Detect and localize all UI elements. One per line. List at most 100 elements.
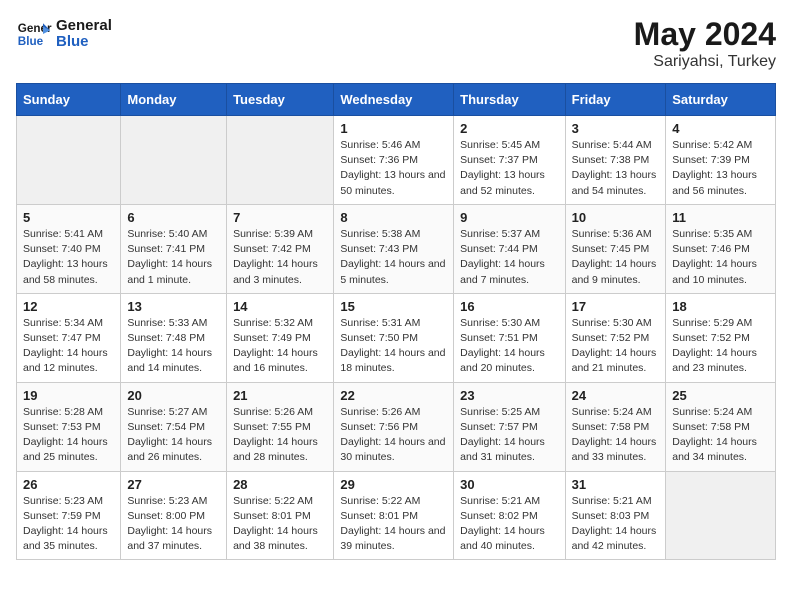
calendar-week-row: 19Sunrise: 5:28 AM Sunset: 7:53 PM Dayli… — [17, 382, 776, 471]
calendar-cell: 9 Sunrise: 5:37 AM Sunset: 7:44 PM Daylig… — [454, 204, 565, 293]
weekday-header-saturday: Saturday — [666, 84, 776, 116]
cell-content: Sunrise: 5:26 AM Sunset: 7:56 PM Dayligh… — [340, 405, 447, 466]
calendar-cell: 28 Sunrise: 5:22 AM Sunset: 8:01 PM Dayli… — [227, 471, 334, 560]
day-number: 13 — [127, 299, 220, 314]
day-number: 4 — [672, 121, 769, 136]
calendar-cell — [17, 116, 121, 205]
calendar-cell: 31Sunrise: 5:21 AM Sunset: 8:03 PM Dayli… — [565, 471, 666, 560]
cell-content: Sunrise: 5:38 AM Sunset: 7:43 PM Dayligh… — [340, 227, 447, 288]
cell-content: Sunrise: 5:35 AM Sunset: 7:46 PM Dayligh… — [672, 227, 769, 288]
page-header: General Blue General Blue May 2024 Sariy… — [16, 16, 776, 71]
cell-content: Sunrise: 5:36 AM Sunset: 7:45 PM Dayligh… — [572, 227, 660, 288]
calendar-cell: 21 Sunrise: 5:26 AM Sunset: 7:55 PM Dayli… — [227, 382, 334, 471]
calendar-cell: 26 Sunrise: 5:23 AM Sunset: 7:59 PM Dayli… — [17, 471, 121, 560]
cell-content: Sunrise: 5:37 AM Sunset: 7:44 PM Dayligh… — [460, 227, 558, 288]
calendar-cell: 2 Sunrise: 5:45 AM Sunset: 7:37 PM Daylig… — [454, 116, 565, 205]
calendar-cell: 6 Sunrise: 5:40 AM Sunset: 7:41 PM Daylig… — [121, 204, 227, 293]
calendar-cell: 10 Sunrise: 5:36 AM Sunset: 7:45 PM Dayli… — [565, 204, 666, 293]
day-number: 17 — [572, 299, 660, 314]
calendar-cell: 4Sunrise: 5:42 AM Sunset: 7:39 PM Daylig… — [666, 116, 776, 205]
cell-content: Sunrise: 5:27 AM Sunset: 7:54 PM Dayligh… — [127, 405, 220, 466]
day-number: 15 — [340, 299, 447, 314]
calendar-cell: 17 Sunrise: 5:30 AM Sunset: 7:52 PM Dayli… — [565, 293, 666, 382]
day-number: 5 — [23, 210, 114, 225]
day-number: 31 — [572, 477, 660, 492]
calendar-cell: 19Sunrise: 5:28 AM Sunset: 7:53 PM Dayli… — [17, 382, 121, 471]
cell-content: Sunrise: 5:30 AM Sunset: 7:52 PM Dayligh… — [572, 316, 660, 377]
weekday-header-wednesday: Wednesday — [334, 84, 454, 116]
day-number: 18 — [672, 299, 769, 314]
cell-content: Sunrise: 5:21 AM Sunset: 8:02 PM Dayligh… — [460, 494, 558, 555]
cell-content: Sunrise: 5:30 AM Sunset: 7:51 PM Dayligh… — [460, 316, 558, 377]
svg-text:Blue: Blue — [18, 35, 44, 48]
cell-content: Sunrise: 5:26 AM Sunset: 7:55 PM Dayligh… — [233, 405, 327, 466]
weekday-header-row: SundayMondayTuesdayWednesdayThursdayFrid… — [17, 84, 776, 116]
day-number: 16 — [460, 299, 558, 314]
calendar-week-row: 26 Sunrise: 5:23 AM Sunset: 7:59 PM Dayli… — [17, 471, 776, 560]
cell-content: Sunrise: 5:45 AM Sunset: 7:37 PM Dayligh… — [460, 138, 558, 199]
weekday-header-thursday: Thursday — [454, 84, 565, 116]
day-number: 3 — [572, 121, 660, 136]
day-number: 14 — [233, 299, 327, 314]
day-number: 24 — [572, 388, 660, 403]
logo-general: General — [56, 18, 112, 35]
day-number: 11 — [672, 210, 769, 225]
calendar-cell: 27 Sunrise: 5:23 AM Sunset: 8:00 PM Dayli… — [121, 471, 227, 560]
logo-icon: General Blue — [16, 16, 52, 52]
calendar-cell — [666, 471, 776, 560]
calendar-cell: 11 Sunrise: 5:35 AM Sunset: 7:46 PM Dayli… — [666, 204, 776, 293]
day-number: 28 — [233, 477, 327, 492]
calendar-cell: 8 Sunrise: 5:38 AM Sunset: 7:43 PM Daylig… — [334, 204, 454, 293]
cell-content: Sunrise: 5:41 AM Sunset: 7:40 PM Dayligh… — [23, 227, 114, 288]
calendar-cell: 3Sunrise: 5:44 AM Sunset: 7:38 PM Daylig… — [565, 116, 666, 205]
cell-content: Sunrise: 5:33 AM Sunset: 7:48 PM Dayligh… — [127, 316, 220, 377]
weekday-header-monday: Monday — [121, 84, 227, 116]
day-number: 8 — [340, 210, 447, 225]
cell-content: Sunrise: 5:40 AM Sunset: 7:41 PM Dayligh… — [127, 227, 220, 288]
calendar-cell: 18 Sunrise: 5:29 AM Sunset: 7:52 PM Dayli… — [666, 293, 776, 382]
cell-content: Sunrise: 5:25 AM Sunset: 7:57 PM Dayligh… — [460, 405, 558, 466]
weekday-header-friday: Friday — [565, 84, 666, 116]
calendar-cell: 20Sunrise: 5:27 AM Sunset: 7:54 PM Dayli… — [121, 382, 227, 471]
calendar-cell: 30 Sunrise: 5:21 AM Sunset: 8:02 PM Dayli… — [454, 471, 565, 560]
calendar-cell: 14 Sunrise: 5:32 AM Sunset: 7:49 PM Dayli… — [227, 293, 334, 382]
day-number: 2 — [460, 121, 558, 136]
title-block: May 2024 Sariyahsi, Turkey — [634, 16, 776, 71]
calendar-cell: 16 Sunrise: 5:30 AM Sunset: 7:51 PM Dayli… — [454, 293, 565, 382]
day-number: 7 — [233, 210, 327, 225]
cell-content: Sunrise: 5:34 AM Sunset: 7:47 PM Dayligh… — [23, 316, 114, 377]
day-number: 23 — [460, 388, 558, 403]
day-number: 6 — [127, 210, 220, 225]
day-number: 19 — [23, 388, 114, 403]
day-number: 30 — [460, 477, 558, 492]
cell-content: Sunrise: 5:22 AM Sunset: 8:01 PM Dayligh… — [340, 494, 447, 555]
month-year-title: May 2024 — [634, 16, 776, 53]
calendar-cell: 12 Sunrise: 5:34 AM Sunset: 7:47 PM Dayli… — [17, 293, 121, 382]
cell-content: Sunrise: 5:32 AM Sunset: 7:49 PM Dayligh… — [233, 316, 327, 377]
location-subtitle: Sariyahsi, Turkey — [634, 53, 776, 71]
day-number: 12 — [23, 299, 114, 314]
weekday-header-sunday: Sunday — [17, 84, 121, 116]
calendar-week-row: 1Sunrise: 5:46 AM Sunset: 7:36 PM Daylig… — [17, 116, 776, 205]
calendar-cell — [227, 116, 334, 205]
day-number: 21 — [233, 388, 327, 403]
cell-content: Sunrise: 5:23 AM Sunset: 8:00 PM Dayligh… — [127, 494, 220, 555]
day-number: 25 — [672, 388, 769, 403]
calendar-cell: 13 Sunrise: 5:33 AM Sunset: 7:48 PM Dayli… — [121, 293, 227, 382]
calendar-cell: 22Sunrise: 5:26 AM Sunset: 7:56 PM Dayli… — [334, 382, 454, 471]
cell-content: Sunrise: 5:29 AM Sunset: 7:52 PM Dayligh… — [672, 316, 769, 377]
calendar-week-row: 12 Sunrise: 5:34 AM Sunset: 7:47 PM Dayli… — [17, 293, 776, 382]
day-number: 9 — [460, 210, 558, 225]
cell-content: Sunrise: 5:22 AM Sunset: 8:01 PM Dayligh… — [233, 494, 327, 555]
calendar-cell: 29 Sunrise: 5:22 AM Sunset: 8:01 PM Dayli… — [334, 471, 454, 560]
day-number: 10 — [572, 210, 660, 225]
cell-content: Sunrise: 5:24 AM Sunset: 7:58 PM Dayligh… — [672, 405, 769, 466]
day-number: 26 — [23, 477, 114, 492]
calendar-week-row: 5 Sunrise: 5:41 AM Sunset: 7:40 PM Daylig… — [17, 204, 776, 293]
calendar-cell: 15Sunrise: 5:31 AM Sunset: 7:50 PM Dayli… — [334, 293, 454, 382]
day-number: 29 — [340, 477, 447, 492]
cell-content: Sunrise: 5:23 AM Sunset: 7:59 PM Dayligh… — [23, 494, 114, 555]
weekday-header-tuesday: Tuesday — [227, 84, 334, 116]
calendar-cell: 7Sunrise: 5:39 AM Sunset: 7:42 PM Daylig… — [227, 204, 334, 293]
day-number: 27 — [127, 477, 220, 492]
